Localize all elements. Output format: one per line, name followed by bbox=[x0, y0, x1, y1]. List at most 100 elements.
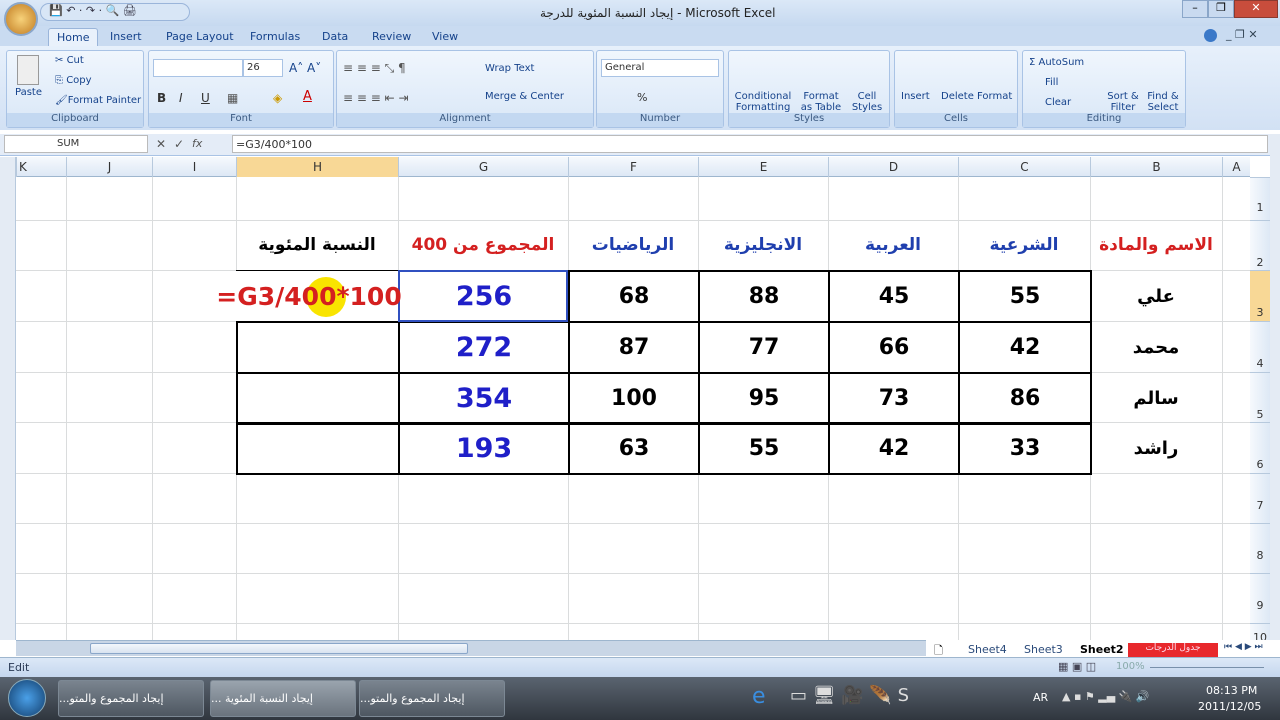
cell-e-row-6[interactable]: 55 bbox=[698, 422, 830, 475]
font-color-icon[interactable]: A bbox=[303, 89, 312, 104]
start-button[interactable] bbox=[8, 679, 46, 717]
sort-filter-button[interactable]: Sort & Filter bbox=[1105, 91, 1141, 113]
cell-c-row-5[interactable]: 86 bbox=[958, 372, 1092, 425]
percent-button[interactable]: % bbox=[637, 91, 647, 104]
column-header-j[interactable]: J bbox=[66, 157, 152, 177]
tab-review[interactable]: Review bbox=[364, 28, 419, 46]
wrap-text-button[interactable]: Wrap Text bbox=[485, 63, 534, 74]
paste-button[interactable]: Paste bbox=[15, 87, 42, 98]
cell-g-row-5[interactable]: 354 bbox=[398, 372, 570, 425]
fill-button[interactable]: Fill bbox=[1045, 77, 1058, 88]
taskbar-item-folder[interactable]: إيجاد المجموع والمتو... bbox=[58, 680, 204, 717]
insert-function-icon[interactable]: fx bbox=[192, 137, 202, 150]
column-header-k[interactable]: K bbox=[16, 157, 66, 177]
column-header-g[interactable]: G bbox=[398, 157, 568, 177]
underline-button[interactable]: U bbox=[201, 91, 210, 105]
cell-f-row-3[interactable]: 68 bbox=[568, 270, 700, 323]
font-name-select[interactable] bbox=[153, 59, 243, 77]
ie-icon[interactable]: e bbox=[752, 684, 766, 709]
conditional-formatting-button[interactable]: Conditional Formatting bbox=[733, 91, 793, 113]
cell-h-row-6[interactable] bbox=[236, 422, 400, 475]
sheet-tab-sheet3[interactable]: Sheet3 bbox=[1018, 643, 1069, 657]
cell-d-row-4[interactable]: 66 bbox=[828, 321, 960, 374]
row-header-8[interactable]: 8 bbox=[1250, 523, 1270, 573]
tab-view[interactable]: View bbox=[424, 28, 466, 46]
cell-edit-box[interactable]: =G3/400*100 bbox=[216, 271, 402, 321]
delete-cells-button[interactable]: Delete bbox=[941, 91, 974, 102]
restore-button[interactable]: ❐ bbox=[1208, 0, 1234, 18]
format-as-table-button[interactable]: Format as Table bbox=[797, 91, 845, 113]
name-box[interactable]: SUM bbox=[4, 135, 148, 153]
borders-icon[interactable]: ▦ bbox=[227, 91, 238, 105]
tab-insert[interactable]: Insert bbox=[102, 28, 150, 46]
row-header-10[interactable]: 10 bbox=[1250, 623, 1270, 640]
enter-icon[interactable]: ✓ bbox=[174, 137, 184, 151]
font-size-select[interactable]: 26 bbox=[243, 59, 283, 77]
number-format-select[interactable]: General bbox=[601, 59, 719, 77]
language-indicator[interactable]: AR bbox=[1033, 691, 1048, 704]
column-header-a[interactable]: A bbox=[1222, 157, 1250, 177]
cell-name-row-3[interactable]: علي bbox=[1090, 270, 1222, 323]
cell-d-row-3[interactable]: 45 bbox=[828, 270, 960, 323]
sheet-tab-grades[interactable]: جدول الدرجات bbox=[1128, 643, 1218, 657]
cell-f-row-6[interactable]: 63 bbox=[568, 422, 700, 475]
cell-styles-button[interactable]: Cell Styles bbox=[847, 91, 887, 113]
row-header-1[interactable]: 1 bbox=[1250, 177, 1270, 220]
cell-c-row-6[interactable]: 33 bbox=[958, 422, 1092, 475]
taskbar-item-excel-active[interactable]: إيجاد النسبة المئوية ... bbox=[210, 680, 356, 717]
minimize-button[interactable]: – bbox=[1182, 0, 1208, 18]
view-buttons[interactable]: ▦ ▣ ◫ bbox=[1058, 660, 1096, 673]
scroll-thumb[interactable] bbox=[90, 643, 468, 654]
quick-access-toolbar[interactable]: 💾 ↶ · ↷ · 🔍 🖨 bbox=[40, 3, 190, 21]
horizontal-scrollbar[interactable] bbox=[16, 640, 926, 656]
row-header-3[interactable]: 3 bbox=[1250, 270, 1270, 321]
tab-data[interactable]: Data bbox=[314, 28, 356, 46]
cut-button[interactable]: ✂ Cut bbox=[55, 55, 84, 66]
office-button[interactable] bbox=[4, 2, 38, 36]
column-header-e[interactable]: E bbox=[698, 157, 828, 177]
formula-input[interactable]: =G3/400*100 bbox=[232, 135, 1268, 153]
cell-g-row-4[interactable]: 272 bbox=[398, 321, 570, 374]
cell-name-row-6[interactable]: راشد bbox=[1090, 422, 1222, 475]
align-left-icon[interactable]: ≡ ≡ ≡ ⇤ ⇥ bbox=[343, 91, 409, 105]
cell-d-row-5[interactable]: 73 bbox=[828, 372, 960, 425]
vertical-scrollbar[interactable] bbox=[0, 157, 16, 640]
tab-formulas[interactable]: Formulas bbox=[242, 28, 308, 46]
row-header-9[interactable]: 9 bbox=[1250, 573, 1270, 623]
row-header-7[interactable]: 7 bbox=[1250, 473, 1270, 523]
cell-c-row-3[interactable]: 55 bbox=[958, 270, 1092, 323]
close-button[interactable]: ✕ bbox=[1234, 0, 1278, 18]
column-header-d[interactable]: D bbox=[828, 157, 958, 177]
cell-d-row-6[interactable]: 42 bbox=[828, 422, 960, 475]
copy-button[interactable]: ⎘ Copy bbox=[55, 75, 92, 86]
workbook-window-controls[interactable]: _ ❐ ✕ bbox=[1226, 28, 1258, 41]
format-painter-button[interactable]: 🖌Format Painter bbox=[55, 95, 141, 106]
cell-h-row-4[interactable] bbox=[236, 321, 400, 374]
sheet-tab-sheet2[interactable]: Sheet2 bbox=[1074, 643, 1130, 657]
sheet-navigation[interactable]: ⏮ ◀ ▶ ⏭ bbox=[1224, 642, 1263, 652]
cell-f-row-4[interactable]: 87 bbox=[568, 321, 700, 374]
align-top-icon[interactable]: ≡ ≡ ≡ ⤡ ¶ bbox=[343, 61, 406, 76]
cell-f-row-5[interactable]: 100 bbox=[568, 372, 700, 425]
cell-name-row-4[interactable]: محمد bbox=[1090, 321, 1222, 374]
column-header-f[interactable]: F bbox=[568, 157, 698, 177]
grow-font-button[interactable]: A˄ A˅ bbox=[289, 61, 321, 75]
zoom-slider[interactable] bbox=[1150, 667, 1264, 668]
cell-e-row-4[interactable]: 77 bbox=[698, 321, 830, 374]
fill-color-icon[interactable]: ◈ bbox=[273, 91, 282, 105]
column-header-c[interactable]: C bbox=[958, 157, 1090, 177]
find-select-button[interactable]: Find & Select bbox=[1143, 91, 1183, 113]
sheet-tab-sheet4[interactable]: Sheet4 bbox=[962, 643, 1013, 657]
insert-cells-button[interactable]: Insert bbox=[901, 91, 930, 102]
cell-g-row-6[interactable]: 193 bbox=[398, 422, 570, 475]
app-icons[interactable]: ▭ 🖥 🎥 🪶 S bbox=[790, 685, 909, 706]
bold-button[interactable]: B bbox=[157, 91, 166, 105]
column-header-h[interactable]: H bbox=[236, 157, 398, 177]
autosum-button[interactable]: Σ AutoSum bbox=[1029, 57, 1084, 68]
column-header-i[interactable]: I bbox=[152, 157, 236, 177]
row-header-2[interactable]: 2 bbox=[1250, 220, 1270, 270]
column-header-b[interactable]: B bbox=[1090, 157, 1222, 177]
italic-button[interactable]: I bbox=[179, 91, 183, 105]
cell-e-row-5[interactable]: 95 bbox=[698, 372, 830, 425]
cancel-icon[interactable]: ✕ bbox=[156, 137, 166, 151]
